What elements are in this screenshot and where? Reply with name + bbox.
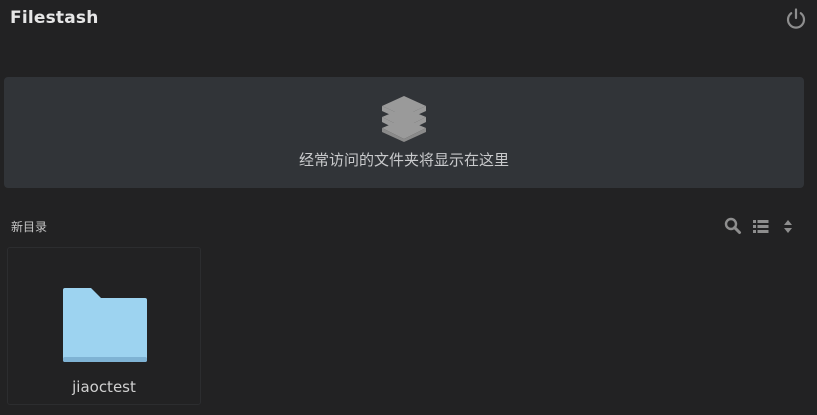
frequent-folders-message: 经常访问的文件夹将显示在这里 — [298, 151, 509, 169]
file-name: jiaoctest — [72, 378, 136, 396]
search-icon[interactable] — [724, 216, 742, 236]
section-title: 新目录 — [11, 220, 48, 234]
power-icon[interactable] — [784, 7, 808, 31]
app-title: Filestash — [10, 8, 99, 28]
frequent-folders-panel: 经常访问的文件夹将显示在这里 — [4, 77, 804, 188]
folder-card[interactable]: jiaoctest — [7, 247, 201, 405]
list-view-icon[interactable] — [752, 216, 770, 236]
layers-icon — [380, 96, 428, 142]
app-header: Filestash — [0, 0, 817, 40]
sort-icon[interactable] — [782, 216, 794, 236]
folder-icon — [61, 286, 149, 364]
